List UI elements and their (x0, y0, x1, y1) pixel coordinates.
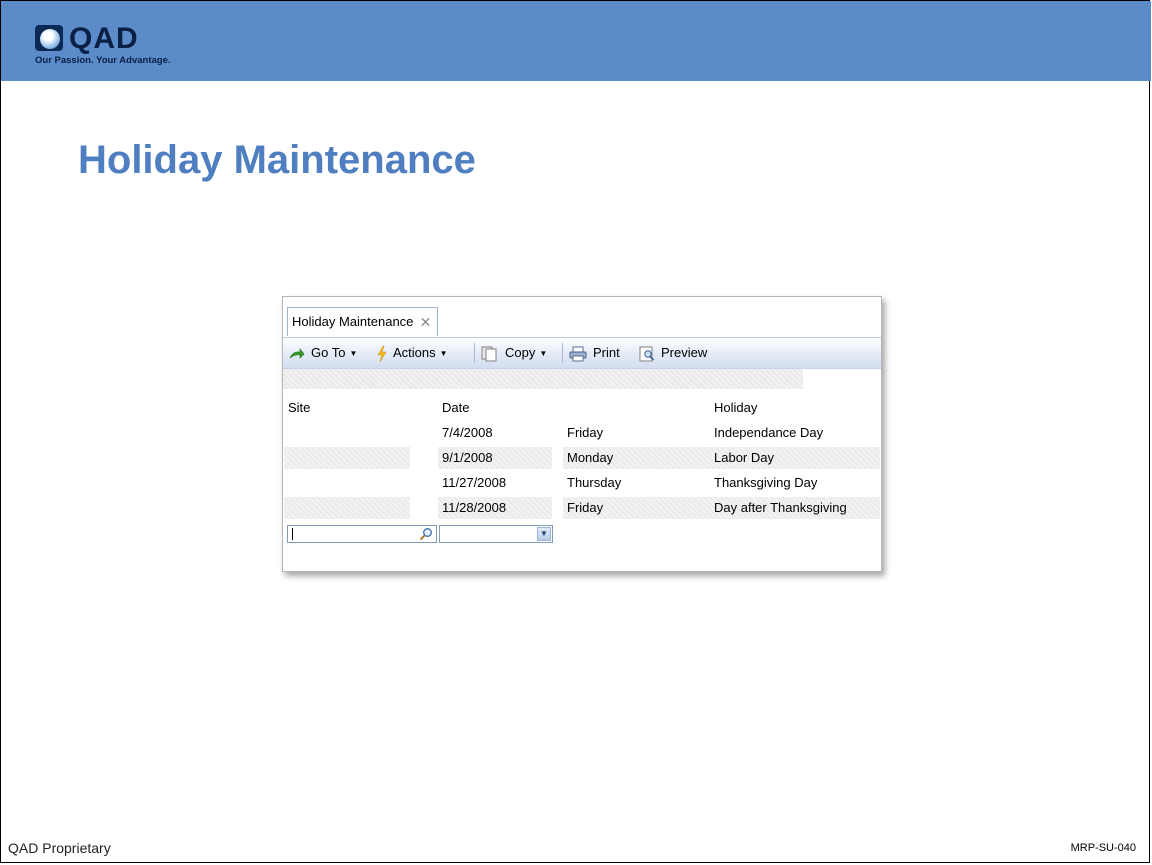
header-banner: QAD Our Passion. Your Advantage. (1, 1, 1151, 81)
cell-site (284, 472, 410, 494)
cell-date: 11/27/2008 (442, 475, 507, 490)
date-dropdown[interactable]: ▼ (439, 525, 553, 543)
print-button[interactable]: Print (569, 338, 620, 368)
cell-site (284, 422, 410, 444)
toolbar: Go To ▼ Actions ▼ Copy ▼ Print Preview (283, 338, 881, 369)
goto-label: Go To (311, 345, 346, 360)
cell-day: Monday (563, 447, 710, 469)
site-input[interactable] (287, 525, 437, 543)
cell-date: 7/4/2008 (442, 425, 493, 440)
column-header-site[interactable]: Site (284, 397, 434, 419)
cell-date: 11/28/2008 (438, 497, 552, 519)
logo-name: QAD (69, 22, 139, 55)
copy-icon (481, 346, 497, 362)
close-icon[interactable]: ✕ (420, 308, 432, 336)
chevron-down-icon: ▼ (349, 348, 358, 358)
preview-button[interactable]: Preview (639, 338, 707, 368)
app-window: Holiday Maintenance ✕ Go To ▼ Actions ▼ Co… (282, 296, 882, 572)
cell-holiday: Labor Day (710, 447, 880, 469)
table-row[interactable]: 7/4/2008 Friday Independance Day (283, 422, 881, 444)
cell-day: Friday (567, 425, 604, 440)
qad-logo-mark-icon (35, 25, 63, 51)
printer-icon (569, 346, 587, 362)
print-label: Print (593, 345, 620, 360)
copy-label: Copy (505, 345, 536, 360)
toolbar-separator (562, 343, 563, 363)
grid-header-row: Site Date Holiday (283, 397, 881, 419)
goto-arrow-icon (289, 347, 305, 359)
lightning-icon (377, 345, 387, 362)
chevron-down-icon: ▼ (439, 348, 448, 358)
preview-icon (639, 346, 655, 362)
filter-strip (283, 369, 803, 389)
qad-logo: QAD Our Passion. Your Advantage. (35, 22, 185, 75)
cell-holiday: Thanksgiving Day (714, 475, 818, 490)
column-header-holiday[interactable]: Holiday (710, 397, 880, 419)
copy-button[interactable]: Copy ▼ (481, 338, 547, 368)
footer-slide-code: MRP-SU-040 (1070, 842, 1136, 854)
toolbar-separator (474, 343, 475, 363)
cell-holiday: Independance Day (714, 425, 824, 440)
actions-label: Actions (393, 345, 436, 360)
cell-site (284, 497, 410, 519)
footer-proprietary: QAD Proprietary (8, 840, 111, 856)
chevron-down-icon[interactable]: ▼ (537, 527, 551, 541)
cell-day: Friday (563, 497, 710, 519)
cell-holiday: Day after Thanksgiving (710, 497, 880, 519)
cell-day: Thursday (567, 475, 622, 490)
table-row[interactable]: 11/27/2008 Thursday Thanksgiving Day (283, 472, 881, 494)
text-cursor (292, 528, 293, 540)
tab-holiday-maintenance[interactable]: Holiday Maintenance ✕ (287, 307, 439, 336)
table-row[interactable]: 9/1/2008 Monday Labor Day (283, 447, 881, 469)
table-row[interactable]: 11/28/2008 Friday Day after Thanksgiving (283, 497, 881, 519)
cell-date: 9/1/2008 (438, 447, 552, 469)
actions-button[interactable]: Actions ▼ (377, 338, 448, 368)
column-header-date[interactable]: Date (438, 397, 552, 419)
tab-label: Holiday Maintenance (292, 314, 414, 329)
goto-button[interactable]: Go To ▼ (289, 338, 357, 368)
chevron-down-icon: ▼ (539, 348, 548, 358)
slide-title: Holiday Maintenance (78, 138, 476, 182)
preview-label: Preview (661, 345, 708, 360)
tab-strip: Holiday Maintenance ✕ (283, 297, 881, 338)
logo-tagline: Our Passion. Your Advantage. (35, 55, 171, 66)
cell-site (284, 447, 410, 469)
search-icon[interactable] (419, 527, 433, 541)
